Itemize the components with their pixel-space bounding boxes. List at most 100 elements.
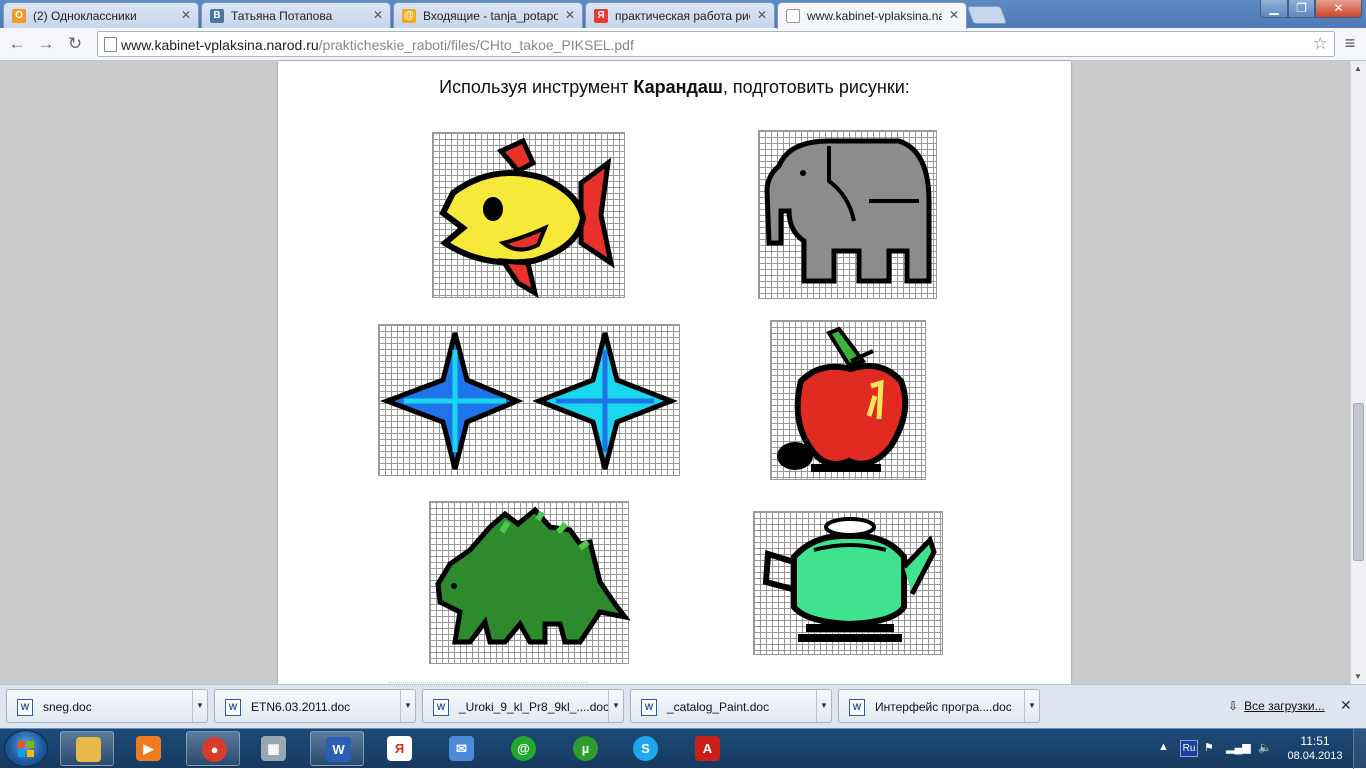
page-bottom-rule (388, 682, 588, 683)
start-button[interactable] (4, 730, 48, 767)
download-filename: _catalog_Paint.doc (667, 700, 770, 714)
back-button[interactable]: ← (6, 33, 28, 55)
acrobat-icon: A (695, 736, 720, 761)
chevron-down-icon[interactable]: ▼ (1024, 690, 1039, 722)
word-doc-icon: W (225, 699, 241, 716)
scroll-up-arrow-icon[interactable]: ▲ (1354, 64, 1362, 73)
download-item[interactable]: W _catalog_Paint.doc ▼ (630, 689, 832, 723)
elephant-picture (758, 130, 937, 299)
close-icon[interactable]: ✕ (949, 8, 959, 22)
chevron-down-icon[interactable]: ▼ (816, 690, 831, 722)
bookmark-star-icon[interactable]: ☆ (1313, 34, 1328, 54)
skype-icon: S (633, 736, 658, 761)
word-doc-icon: W (641, 699, 657, 716)
page-icon (786, 9, 800, 23)
chevron-down-icon[interactable]: ▼ (400, 690, 415, 722)
close-icon[interactable]: ✕ (181, 8, 191, 22)
clock-date[interactable]: 08.04.2013 (1283, 750, 1347, 762)
forward-button[interactable]: → (35, 33, 57, 55)
tab-mail-inbox[interactable]: @ Входящие - tanja_potapov ✕ (393, 2, 583, 28)
taskbar-explorer[interactable] (60, 731, 114, 766)
apple-picture (770, 320, 926, 480)
word-doc-icon: W (17, 699, 33, 716)
tab-yandex-search[interactable]: Я практическая работа рис ✕ (585, 2, 775, 28)
taskbar-utorrent[interactable]: µ (558, 731, 612, 766)
teapot-picture (753, 511, 943, 655)
taskbar-acrobat[interactable]: A (680, 731, 734, 766)
new-tab-button[interactable] (966, 6, 1008, 24)
chevron-down-icon[interactable]: ▼ (192, 690, 207, 722)
taskbar-media-player[interactable]: ▶ (121, 731, 175, 766)
taskbar-word[interactable]: W (310, 731, 364, 766)
download-arrow-icon: ⇩ (1228, 699, 1239, 713)
tab-title: Входящие - tanja_potapov (423, 9, 558, 23)
network-signal-icon[interactable]: ▂▄▆ (1226, 741, 1251, 754)
language-indicator[interactable]: Ru (1180, 740, 1198, 757)
close-icon[interactable]: ✕ (373, 8, 383, 22)
all-downloads-label: Все загрузки... (1244, 699, 1325, 713)
download-item[interactable]: W ETN6.03.2011.doc ▼ (214, 689, 416, 723)
taskbar-skype[interactable]: S (618, 731, 672, 766)
url-path: /prakticheskie_raboti/files/CHto_takoe_P… (318, 37, 634, 53)
mail-icon: ✉ (449, 736, 474, 761)
instruction-tool-name: Карандаш (633, 77, 723, 97)
tab-pdf-active[interactable]: www.kabinet-vplaksina.na ✕ (777, 2, 967, 29)
close-icon[interactable]: ✕ (757, 8, 767, 22)
download-item[interactable]: W sneg.doc ▼ (6, 689, 208, 723)
media-player-icon: ▶ (136, 736, 161, 761)
scroll-down-arrow-icon[interactable]: ▼ (1354, 672, 1362, 681)
explorer-icon (76, 737, 101, 762)
download-filename: sneg.doc (43, 700, 92, 714)
download-shelf: W sneg.doc ▼ W ETN6.03.2011.doc ▼ W _Uro… (0, 684, 1366, 728)
utorrent-icon: µ (573, 736, 598, 761)
odnoklassniki-icon: О (12, 9, 26, 23)
reload-button[interactable]: ↻ (64, 33, 86, 55)
url-domain: www.kabinet-vplaksina.narod.ru (121, 37, 319, 53)
windows-taskbar: ▶ ● ▦ W Я ✉ @ µ S A ▲ Ru ⚑ ▂▄▆ 🔈 11:51 0… (0, 728, 1366, 769)
stars-picture (378, 324, 680, 476)
instruction-part: , подготовить рисунки: (722, 77, 910, 97)
vertical-scrollbar[interactable]: ▲ ▼ (1350, 61, 1366, 684)
maximize-button[interactable]: ❐ (1288, 0, 1315, 18)
download-item[interactable]: W _Uroki_9_kl_Pr8_9kl_....doc ▼ (422, 689, 624, 723)
tab-title: Татьяна Потапова (231, 9, 333, 23)
chrome-menu-button[interactable]: ≡ (1340, 33, 1360, 53)
all-downloads-link[interactable]: ⇩ Все загрузки... (1228, 699, 1325, 713)
taskbar-chrome[interactable]: ● (186, 731, 240, 766)
instruction-part: Используя инструмент (439, 77, 634, 97)
volume-icon[interactable]: 🔈 (1258, 741, 1272, 754)
scrollbar-thumb[interactable] (1353, 403, 1364, 561)
tab-vk[interactable]: В Татьяна Потапова ✕ (201, 2, 391, 28)
pdf-page: Используя инструмент Карандаш, подготови… (278, 61, 1071, 684)
action-center-flag-icon[interactable]: ⚑ (1204, 741, 1214, 754)
yandex-browser-icon: Я (387, 736, 412, 761)
minimize-button[interactable]: ▁ (1260, 0, 1288, 18)
close-icon[interactable]: ✕ (1340, 697, 1352, 714)
chevron-down-icon[interactable]: ▼ (608, 690, 623, 722)
address-bar[interactable]: www.kabinet-vplaksina.narod.ru/praktiche… (97, 31, 1335, 57)
instruction-text: Используя инструмент Карандаш, подготови… (278, 77, 1071, 98)
taskbar-mail[interactable]: ✉ (434, 731, 488, 766)
vk-icon: В (210, 9, 224, 23)
page-icon (104, 37, 117, 52)
pdf-viewer: Используя инструмент Карандаш, подготови… (0, 61, 1350, 684)
taskbar-yandex[interactable]: Я (372, 731, 426, 766)
taskbar-calculator[interactable]: ▦ (246, 731, 300, 766)
windows-logo-icon (18, 741, 34, 757)
show-desktop-button[interactable] (1353, 729, 1366, 769)
tab-title: практическая работа рис (615, 9, 750, 23)
word-doc-icon: W (849, 699, 865, 716)
tab-odnoklassniki[interactable]: О (2) Одноклассники ✕ (3, 2, 199, 28)
tray-expand-icon[interactable]: ▲ (1158, 741, 1169, 753)
download-item[interactable]: W Интерфейс програ....doc ▼ (838, 689, 1040, 723)
taskbar-mail-agent[interactable]: @ (496, 731, 550, 766)
window-close-button[interactable]: ✕ (1315, 0, 1362, 18)
download-filename: Интерфейс програ....doc (875, 700, 1012, 714)
word-doc-icon: W (433, 699, 449, 716)
close-icon[interactable]: ✕ (565, 8, 575, 22)
mail-agent-icon: @ (511, 736, 536, 761)
browser-toolbar: ← → ↻ www.kabinet-vplaksina.narod.ru/pra… (0, 28, 1366, 61)
dinosaur-picture (429, 501, 630, 664)
clock-time[interactable]: 11:51 (1290, 734, 1340, 748)
url-text[interactable]: www.kabinet-vplaksina.narod.ru/praktiche… (121, 37, 634, 53)
